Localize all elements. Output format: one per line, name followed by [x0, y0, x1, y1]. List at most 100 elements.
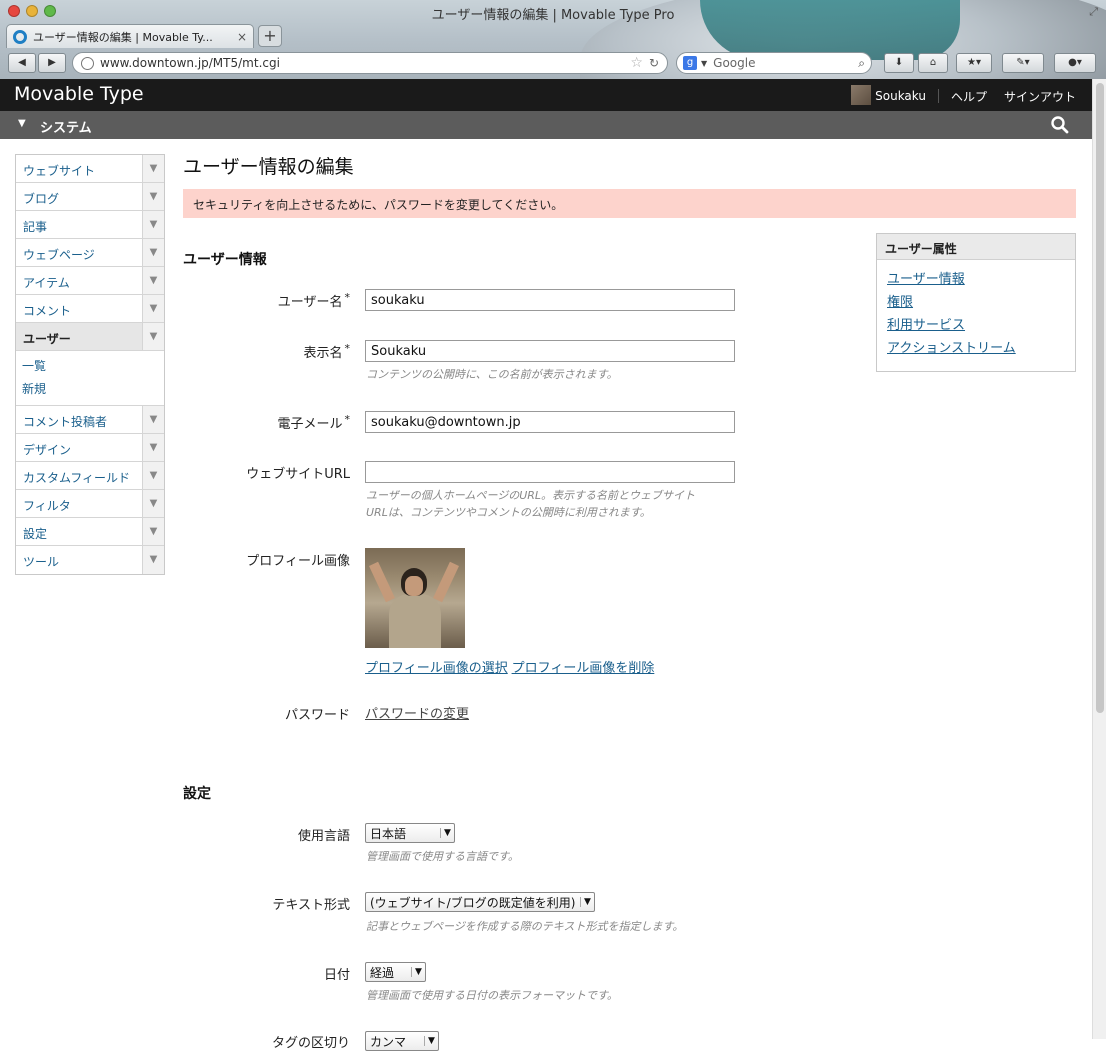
sidebar-item-label: ブログ — [23, 192, 60, 206]
email-label: 電子メール * — [277, 413, 350, 432]
sidebar-item-website[interactable]: ウェブサイト ▼ — [16, 155, 164, 183]
chevron-down-icon[interactable]: ▼ — [142, 267, 164, 294]
language-hint: 管理画面で使用する言語です。 — [366, 850, 519, 863]
sidebar-item-filters[interactable]: フィルタ ▼ — [16, 490, 164, 518]
help-link[interactable]: ヘルプ — [951, 88, 987, 105]
website-url-field[interactable] — [365, 461, 735, 483]
url-text: www.downtown.jp/MT5/mt.cgi — [100, 56, 280, 70]
home-button[interactable]: ⌂ — [918, 53, 948, 73]
chevron-down-icon[interactable]: ▼ — [142, 462, 164, 489]
sidebar-item-webpages[interactable]: ウェブページ ▼ — [16, 239, 164, 267]
password-alert: セキュリティを向上させるために、パスワードを変更してください。 — [183, 189, 1076, 218]
sidebar-item-assets[interactable]: アイテム ▼ — [16, 267, 164, 295]
tag-delimiter-select-value: カンマ — [370, 1034, 407, 1049]
language-select[interactable]: 日本語 ▼ — [365, 823, 455, 843]
website-url-hint-line1: ユーザーの個人ホームページのURL。表示する名前とウェブサイト — [366, 489, 696, 502]
username-field[interactable] — [365, 289, 735, 311]
panel-link-services[interactable]: 利用サービス — [887, 318, 965, 333]
sidebar-item-label: 設定 — [23, 527, 48, 541]
bookmarks-button[interactable]: ★▾ — [956, 53, 992, 73]
chevron-down-icon[interactable]: ▼ — [142, 490, 164, 517]
sidebar-item-custom-fields[interactable]: カスタムフィールド ▼ — [16, 462, 164, 490]
sidebar-item-comments[interactable]: コメント ▼ — [16, 295, 164, 323]
tag-delimiter-select[interactable]: カンマ ▼ — [365, 1031, 439, 1051]
email-field[interactable] — [365, 411, 735, 433]
scroll-thumb[interactable] — [1096, 83, 1104, 713]
signout-link[interactable]: サインアウト — [1004, 88, 1076, 105]
sidebar-item-label: フィルタ — [23, 499, 71, 513]
google-icon[interactable]: g — [683, 56, 697, 70]
page-scrollbar[interactable] — [1092, 79, 1106, 1039]
chevron-down-icon[interactable]: ▼ — [701, 59, 707, 68]
reload-icon[interactable]: ↻ — [649, 56, 659, 70]
photo-arm-left — [369, 561, 395, 603]
date-format-hint: 管理画面で使用する日付の表示フォーマットです。 — [366, 989, 618, 1002]
chevron-down-icon[interactable]: ▼ — [142, 323, 164, 350]
chevron-down-icon[interactable]: ▼ — [142, 518, 164, 545]
date-format-select[interactable]: 経過 ▼ — [365, 962, 426, 982]
new-tab-button[interactable]: + — [258, 25, 282, 47]
sidebar-item-design[interactable]: デザイン ▼ — [16, 434, 164, 462]
fullscreen-icon[interactable]: ⤢ — [1089, 5, 1098, 19]
photo-face — [405, 576, 423, 596]
user-attributes-title: ユーザー属性 — [877, 234, 1075, 260]
sidebar-item-commenters[interactable]: コメント投稿者 ▼ — [16, 406, 164, 434]
sidebar-item-label: コメント投稿者 — [23, 415, 108, 429]
sidebar-item-settings[interactable]: 設定 ▼ — [16, 518, 164, 546]
section-title-user-info: ユーザー情報 — [183, 252, 267, 268]
chevron-down-icon[interactable]: ▼ — [142, 183, 164, 210]
sidebar-item-users[interactable]: ユーザー ▼ — [16, 323, 164, 351]
magnifier-icon[interactable]: ⌕ — [858, 56, 865, 71]
system-bar: ▼ システム — [0, 111, 1092, 139]
sidebar-item-label: コメント — [23, 304, 72, 318]
submenu-item-new[interactable]: 新規 — [22, 378, 164, 401]
addon-button[interactable]: ✎▾ — [1002, 53, 1044, 73]
user-menu: Soukaku ヘルプ サインアウト — [851, 85, 1076, 105]
chevron-down-icon[interactable]: ▼ — [142, 434, 164, 461]
bookmark-star-icon[interactable]: ☆ — [630, 55, 643, 71]
change-password-link[interactable]: パスワードの変更 — [365, 703, 469, 722]
chevron-down-icon[interactable]: ▼ — [142, 295, 164, 322]
text-format-select[interactable]: (ウェブサイト/ブログの既定値を利用) ▼ — [365, 892, 595, 912]
chevron-down-icon[interactable]: ▼ — [142, 155, 164, 182]
sidebar-item-label: ツール — [23, 555, 60, 569]
caret-down-icon[interactable]: ▼ — [18, 118, 26, 129]
browser-tab[interactable]: ユーザー情報の編集 | Movable Ty... × — [6, 24, 254, 48]
sidebar-item-blog[interactable]: ブログ ▼ — [16, 183, 164, 211]
sidebar-item-label: カスタムフィールド — [23, 471, 131, 485]
display-name-field[interactable] — [365, 340, 735, 362]
search-icon[interactable] — [1050, 115, 1070, 135]
chevron-down-icon[interactable]: ▼ — [142, 211, 164, 238]
delete-profile-image-link[interactable]: プロフィール画像を削除 — [512, 661, 655, 676]
chevron-down-icon[interactable]: ▼ — [142, 406, 164, 433]
tab-close-icon[interactable]: × — [237, 30, 247, 44]
panel-link-action-stream[interactable]: アクションストリーム — [887, 341, 1016, 356]
username-link[interactable]: Soukaku — [875, 89, 926, 103]
extension-button[interactable]: ●▾ — [1054, 53, 1096, 73]
forward-button[interactable]: ▶ — [38, 53, 66, 73]
download-button[interactable]: ⬇ — [884, 53, 914, 73]
submenu-item-list[interactable]: 一覧 — [22, 355, 164, 378]
avatar[interactable] — [851, 85, 872, 105]
panel-link-user-info[interactable]: ユーザー情報 — [887, 272, 965, 287]
users-submenu: 一覧 新規 — [16, 351, 164, 406]
favicon-icon — [13, 29, 27, 44]
required-mark: * — [344, 413, 351, 426]
sidebar-item-tools[interactable]: ツール ▼ — [16, 546, 164, 574]
website-url-label: ウェブサイトURL — [246, 467, 350, 482]
photo-body — [389, 594, 441, 648]
sidebar-item-label: ウェブページ — [23, 248, 95, 262]
chevron-down-icon[interactable]: ▼ — [142, 546, 164, 574]
search-input[interactable]: Google — [713, 56, 858, 70]
select-profile-image-link[interactable]: プロフィール画像の選択 — [365, 661, 508, 676]
globe-icon — [81, 56, 94, 70]
url-bar[interactable]: www.downtown.jp/MT5/mt.cgi ☆ ↻ — [72, 52, 668, 74]
sidebar-item-entries[interactable]: 記事 ▼ — [16, 211, 164, 239]
system-scope-label[interactable]: システム — [40, 117, 92, 136]
user-attributes-panel: ユーザー属性 ユーザー情報 権限 利用サービス アクションストリーム — [876, 233, 1076, 372]
app-logo[interactable]: Movable Type — [14, 83, 144, 105]
search-bar[interactable]: g ▼ Google ⌕ — [676, 52, 872, 74]
back-button[interactable]: ◀ — [8, 53, 36, 73]
chevron-down-icon[interactable]: ▼ — [142, 239, 164, 266]
panel-link-permissions[interactable]: 権限 — [887, 295, 913, 310]
